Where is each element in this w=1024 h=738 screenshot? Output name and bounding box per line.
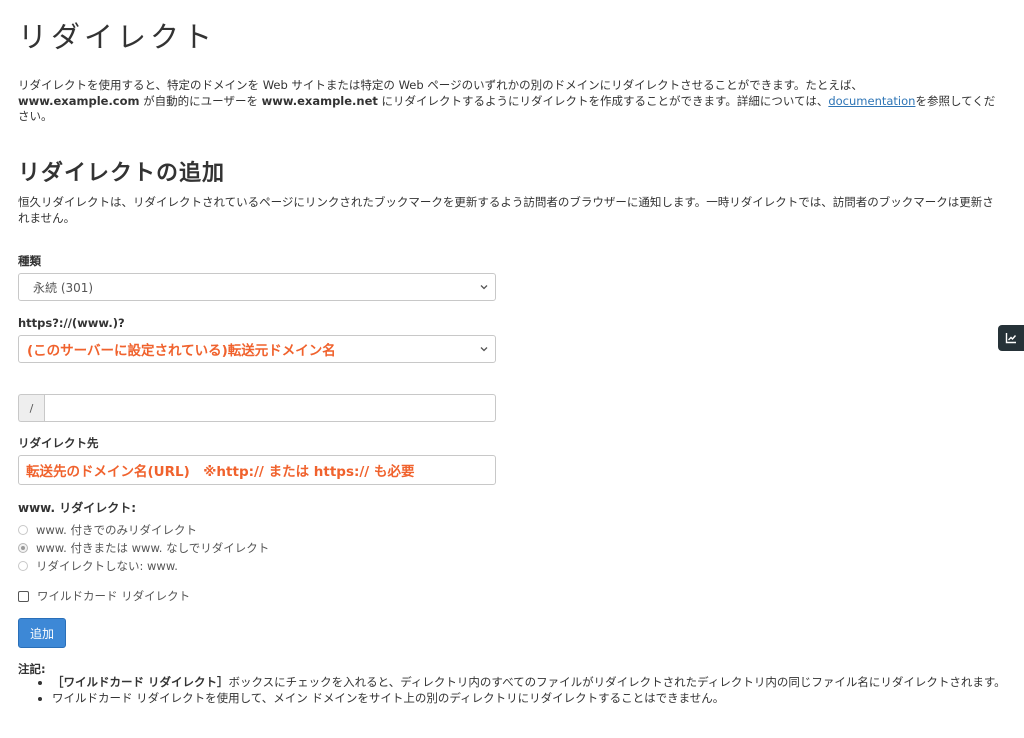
path-input-group: / [18, 394, 496, 422]
redirect-target-input[interactable]: 転送先のドメイン名(URL) ※http:// または https:// も必要 [18, 455, 496, 485]
chevron-down-icon [480, 285, 488, 290]
intro-part-3: にリダイレクトするようにリダイレクトを作成することができます。詳細については、 [377, 93, 829, 108]
domain-label: https?://(www.)? [18, 316, 125, 330]
type-label: 種類 [18, 254, 41, 268]
intro-part-2: が自動的にユーザーを [139, 93, 262, 108]
side-stats-tab[interactable] [998, 325, 1024, 351]
note-text: ボックスにチェックを入れると、ディレクトリ内のすべてのファイルがリダイレクトされ… [228, 675, 1006, 689]
intro-part-1: リダイレクトを使用すると、特定のドメインを Web サイトまたは特定の Web … [18, 78, 863, 92]
notes-list: ［ワイルドカード リダイレクト］ボックスにチェックを入れると、ディレクトリ内のす… [18, 675, 1008, 706]
chart-line-icon [1005, 333, 1017, 344]
www-redirect-label: www. リダイレクト: [18, 501, 137, 515]
intro-text: リダイレクトを使用すると、特定のドメインを Web サイトまたは特定の Web … [18, 78, 1003, 125]
www-option-label: リダイレクトしない: www. [36, 559, 178, 573]
radio-button-selected[interactable] [18, 543, 28, 553]
path-input[interactable] [44, 394, 496, 422]
intro-domain-from: www.example.com [18, 93, 140, 108]
domain-select-value: (このサーバーに設定されている)転送元ドメイン名 [27, 343, 336, 359]
intro-domain-to: www.example.net [261, 93, 378, 108]
add-redirect-heading: リダイレクトの追加 [18, 160, 226, 186]
wildcard-label: ワイルドカード リダイレクト [37, 589, 191, 603]
www-option-with-or-without[interactable]: www. 付きまたは www. なしでリダイレクト [18, 540, 269, 556]
add-button[interactable]: 追加 [18, 618, 66, 648]
chevron-down-icon [480, 347, 488, 352]
www-option-label: www. 付きまたは www. なしでリダイレクト [36, 541, 270, 555]
target-label: リダイレクト先 [18, 436, 99, 450]
type-select[interactable]: 永続 (301) [18, 273, 496, 301]
wildcard-checkbox[interactable] [18, 590, 29, 602]
wildcard-redirect-option[interactable]: ワイルドカード リダイレクト [18, 588, 190, 604]
note-bold: ［ワイルドカード リダイレクト］ [52, 675, 229, 689]
type-select-value: 永続 (301) [33, 280, 94, 295]
radio-button[interactable] [18, 525, 28, 535]
page-title: リダイレクト [18, 20, 217, 54]
radio-button[interactable] [18, 561, 28, 571]
documentation-link[interactable]: documentation [828, 94, 915, 108]
www-option-label: www. 付きでのみリダイレクト [36, 523, 197, 537]
note-item: ［ワイルドカード リダイレクト］ボックスにチェックを入れると、ディレクトリ内のす… [52, 675, 1008, 691]
redirect-target-value: 転送先のドメイン名(URL) ※http:// または https:// も必要 [26, 464, 415, 480]
add-redirect-description: 恒久リダイレクトは、リダイレクトされているページにリンクされたブックマークを更新… [18, 195, 994, 225]
path-prefix: / [18, 394, 44, 422]
www-option-do-not-redirect[interactable]: リダイレクトしない: www. [18, 558, 178, 574]
note-text: ワイルドカード リダイレクトを使用して、メイン ドメインをサイト上の別のディレク… [52, 690, 725, 705]
www-option-only-www[interactable]: www. 付きでのみリダイレクト [18, 522, 197, 538]
note-item: ワイルドカード リダイレクトを使用して、メイン ドメインをサイト上の別のディレク… [52, 691, 1008, 707]
domain-select[interactable]: (このサーバーに設定されている)転送元ドメイン名 [18, 335, 496, 363]
